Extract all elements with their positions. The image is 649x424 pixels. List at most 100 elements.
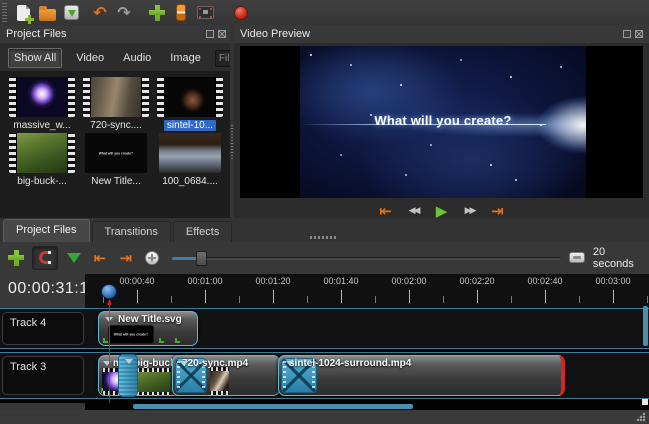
float-panel-icon[interactable] [623, 30, 631, 38]
tab-transitions[interactable]: Transitions [92, 221, 171, 242]
stars-decoration [310, 54, 312, 56]
fade-handle-icon[interactable] [175, 338, 180, 343]
video-canvas[interactable]: What will you create? [240, 46, 643, 198]
video-preview-header: Video Preview [234, 25, 649, 43]
save-project-button[interactable] [59, 2, 83, 24]
project-files-panel: Project Files Show All Video Audio Image… [0, 25, 232, 218]
panel-title: Video Preview [240, 28, 310, 40]
zoom-button[interactable] [142, 246, 162, 270]
file-item[interactable]: massive_w... [6, 77, 78, 131]
redo-icon: ↷ [117, 5, 130, 21]
close-panel-icon[interactable] [218, 30, 226, 38]
file-thumbnail: What will you create? [85, 133, 147, 173]
rewind-button[interactable]: ◀◀ [405, 203, 423, 219]
add-media-icon [149, 5, 165, 21]
slider-groove [172, 257, 561, 260]
track-row-4: Track 4 New Title.svg What will you crea… [0, 308, 649, 349]
rewind-icon: ◀◀ [409, 206, 419, 216]
add-media-button[interactable] [145, 2, 169, 24]
open-project-icon [39, 9, 56, 21]
video-title-text: What will you create? [374, 113, 511, 128]
toolbar-grip[interactable] [2, 3, 7, 22]
track-3-header[interactable]: Track 3 [2, 356, 84, 395]
clip-thumbnail: What will you create? [108, 325, 154, 344]
ruler-timestamp: 00:03:00 [583, 276, 643, 286]
jump-end-icon: ⇥ [491, 204, 504, 218]
snapping-toggle[interactable] [32, 246, 58, 270]
fast-forward-button[interactable]: ▶▶ [461, 203, 479, 219]
timeline-toolbar: ⇤ ⇥ 20 seconds [0, 243, 649, 272]
fade-handle-icon[interactable] [159, 338, 164, 343]
tab-project-files[interactable]: Project Files [3, 219, 90, 242]
ruler-timestamp: 00:01:00 [175, 276, 235, 286]
clip-720-sync[interactable]: 720-sync.mp4 [172, 355, 280, 396]
file-label: 720-sync.... [87, 120, 145, 131]
filter-show-all-button[interactable]: Show All [8, 48, 62, 68]
openshot-window: ↶ ↷ Project Files Show All Video Audio I… [0, 0, 649, 424]
fast-forward-icon: ▶▶ [465, 206, 475, 216]
undo-icon: ↶ [93, 5, 106, 21]
next-marker-button[interactable]: ⇥ [116, 246, 136, 270]
track-4-header[interactable]: Track 4 [2, 312, 84, 345]
filter-image-button[interactable]: Image [165, 49, 206, 67]
filter-audio-button[interactable]: Audio [118, 49, 156, 67]
file-thumbnail [159, 133, 221, 173]
redo-button[interactable]: ↷ [112, 2, 136, 24]
ruler-timestamp: 00:02:00 [379, 276, 439, 286]
clip-menu-chevron-icon[interactable] [286, 361, 294, 366]
video-preview-panel: Video Preview What will you create? ⇤ ◀◀ ▶… [234, 25, 649, 218]
export-video-button[interactable] [229, 2, 253, 24]
transition-bar[interactable] [118, 354, 138, 397]
new-project-icon [17, 5, 30, 21]
clip-thumbnail [210, 367, 229, 395]
transition-menu-chevron-icon[interactable] [125, 359, 133, 364]
play-button[interactable]: ▶ [433, 203, 451, 219]
previous-marker-icon: ⇤ [94, 251, 107, 265]
clip-menu-chevron-icon[interactable] [180, 361, 188, 366]
ruler-timestamp: 00:02:40 [515, 276, 575, 286]
next-marker-icon: ⇥ [120, 251, 133, 265]
file-item[interactable]: sintel-10... [154, 77, 226, 131]
add-marker-icon [67, 253, 81, 263]
horizontal-splitter-grip[interactable] [310, 236, 338, 239]
zoom-slider[interactable] [172, 246, 561, 270]
open-project-button[interactable] [35, 2, 59, 24]
add-track-button[interactable] [6, 246, 26, 270]
undo-button[interactable]: ↶ [88, 2, 112, 24]
clip-label: sintel-1024-surround.mp4 [289, 358, 411, 369]
close-panel-icon[interactable] [635, 30, 643, 38]
title-thumb-text: What will you create? [99, 151, 133, 155]
jump-start-button[interactable]: ⇤ [377, 203, 395, 219]
clip-sintel-surround[interactable]: sintel-1024-surround.mp4 [278, 355, 565, 396]
file-item[interactable]: 720-sync.... [80, 77, 152, 131]
playhead-marker[interactable] [101, 284, 117, 299]
add-marker-button[interactable] [64, 246, 84, 270]
clip-new-title[interactable]: New Title.svg What will you create? [98, 311, 198, 346]
new-project-button[interactable] [11, 2, 35, 24]
video-frame: What will you create? [300, 46, 586, 198]
fullscreen-button[interactable] [193, 2, 217, 24]
window-resize-grip[interactable] [636, 412, 646, 422]
razor-icon [176, 4, 186, 21]
ruler-timestamp: 00:01:20 [243, 276, 303, 286]
filter-row: Show All Video Audio Image [0, 45, 232, 71]
fullscreen-icon [197, 6, 214, 19]
time-scale-button[interactable] [567, 246, 587, 270]
previous-marker-button[interactable]: ⇤ [90, 246, 110, 270]
slider-handle[interactable] [196, 251, 207, 266]
playhead-line[interactable] [109, 303, 110, 403]
file-item[interactable]: 100_0684.... [154, 133, 226, 187]
vertical-scrollbar[interactable] [643, 306, 648, 346]
razor-button[interactable] [169, 2, 193, 24]
fade-handle-icon[interactable] [103, 338, 108, 343]
file-item[interactable]: What will you create?New Title... [80, 133, 152, 187]
float-panel-icon[interactable] [206, 30, 214, 38]
tab-effects[interactable]: Effects [173, 221, 232, 242]
horizontal-scrollbar-thumb[interactable] [133, 404, 413, 409]
file-item[interactable]: big-buck-... [6, 133, 78, 187]
title-thumb-text: What will you create? [114, 333, 148, 337]
filter-video-button[interactable]: Video [71, 49, 109, 67]
clip-label: 720-sync.mp4 [182, 358, 248, 369]
jump-end-button[interactable]: ⇥ [489, 203, 507, 219]
timeline-ruler[interactable]: 00:00:4000:01:0000:01:2000:01:4000:02:00… [85, 274, 649, 308]
